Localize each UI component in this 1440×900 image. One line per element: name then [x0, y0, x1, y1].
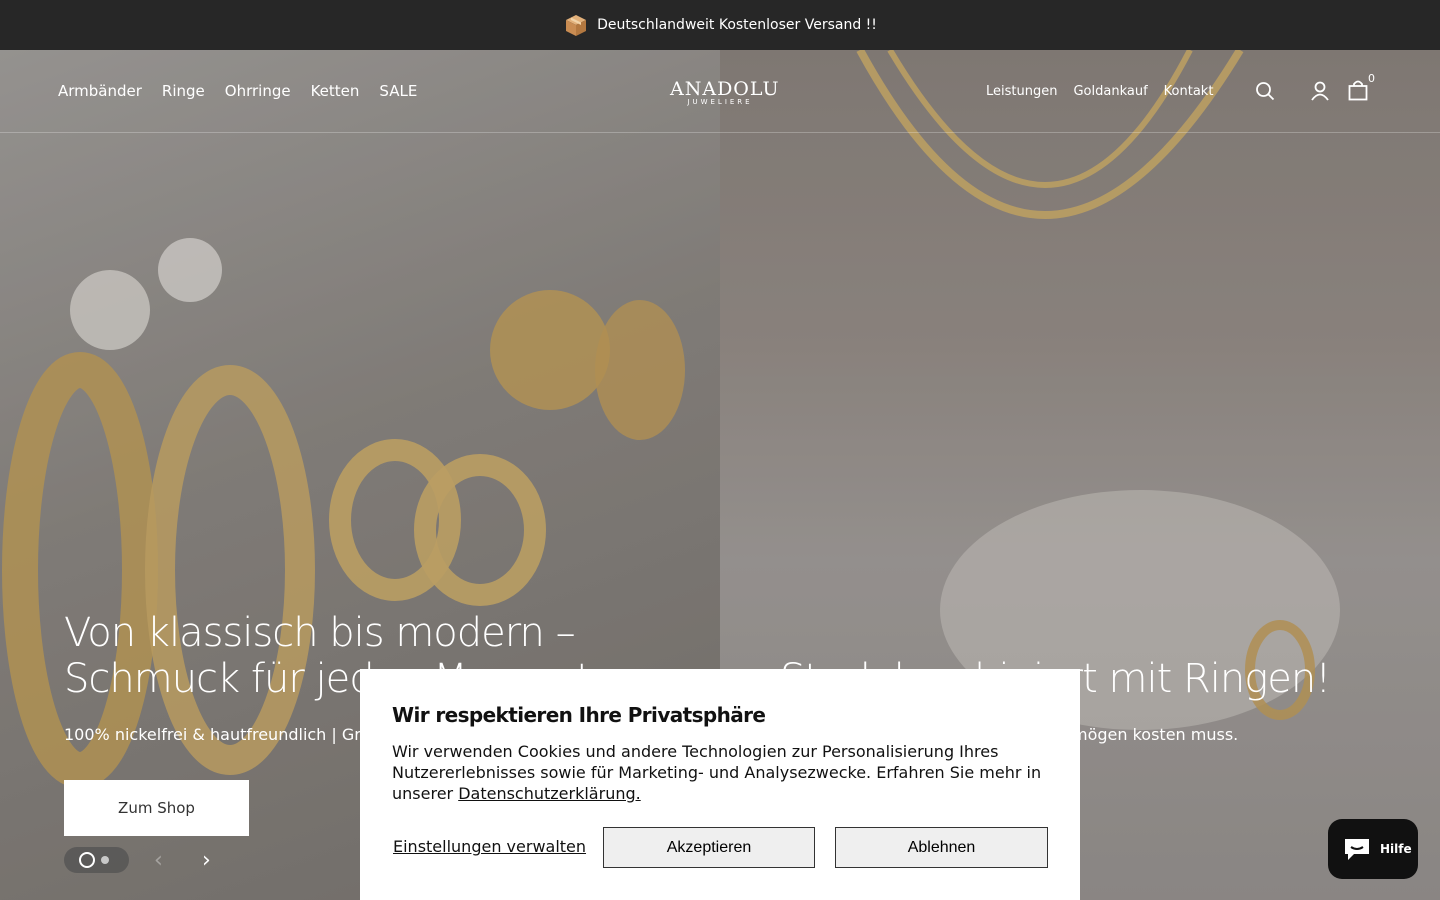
next-slide-icon[interactable]: ›: [202, 848, 211, 873]
cart-count: 0: [1368, 72, 1375, 85]
slider-pagination: [64, 847, 129, 873]
hero-headline-line1: Von klassisch bis modern –: [64, 610, 576, 656]
prev-slide-icon[interactable]: ‹: [154, 848, 163, 873]
accept-button[interactable]: Akzeptieren: [603, 827, 815, 868]
site-logo[interactable]: ANADOLU JUWELIERE: [670, 78, 780, 106]
help-label: Hilfe: [1380, 842, 1412, 856]
account-icon[interactable]: [1310, 81, 1330, 101]
cookie-actions: Einstellungen verwalten Akzeptieren Able…: [392, 827, 1048, 868]
cookie-text: Wir verwenden Cookies und andere Technol…: [392, 741, 1048, 804]
nav-link-ohrringe[interactable]: Ohrringe: [225, 82, 291, 100]
announcement-text: Deutschlandweit Kostenloser Versand !!: [597, 17, 877, 33]
slide-dot[interactable]: [101, 856, 109, 864]
cookie-banner: Wir respektieren Ihre Privatsphäre Wir v…: [360, 669, 1080, 900]
manage-settings-button[interactable]: Einstellungen verwalten: [393, 837, 586, 856]
help-chat-button[interactable]: Hilfe: [1328, 819, 1418, 879]
logo-text: ANADOLU: [670, 78, 780, 100]
hero-right-subtext: mögen kosten muss.: [1072, 725, 1239, 744]
main-nav: Armbänder Ringe Ohrringe Ketten SALE: [58, 82, 417, 100]
nav-link-goldankauf[interactable]: Goldankauf: [1073, 84, 1147, 99]
decline-button[interactable]: Ablehnen: [835, 827, 1048, 868]
site-header: Armbänder Ringe Ohrringe Ketten SALE ANA…: [0, 50, 1440, 133]
announcement-bar: Deutschlandweit Kostenloser Versand !!: [0, 0, 1440, 50]
hero-subtext: 100% nickelfrei & hautfreundlich | Grati…: [64, 725, 390, 744]
package-icon: [566, 15, 587, 36]
privacy-link[interactable]: Datenschutzerklärung.: [458, 784, 641, 803]
shop-button[interactable]: Zum Shop: [64, 780, 249, 836]
cookie-title: Wir respektieren Ihre Privatsphäre: [392, 703, 766, 727]
nav-link-armbaender[interactable]: Armbänder: [58, 82, 142, 100]
secondary-nav: Leistungen Goldankauf Kontakt: [986, 84, 1213, 99]
nav-link-ketten[interactable]: Ketten: [311, 82, 360, 100]
chat-icon: [1345, 839, 1369, 860]
nav-link-sale[interactable]: SALE: [379, 82, 417, 100]
nav-link-kontakt[interactable]: Kontakt: [1164, 84, 1214, 99]
search-icon[interactable]: [1255, 81, 1275, 101]
slide-dot-active[interactable]: [79, 852, 95, 868]
nav-link-leistungen[interactable]: Leistungen: [986, 84, 1057, 99]
nav-link-ringe[interactable]: Ringe: [162, 82, 205, 100]
cart-icon[interactable]: [1348, 79, 1368, 101]
